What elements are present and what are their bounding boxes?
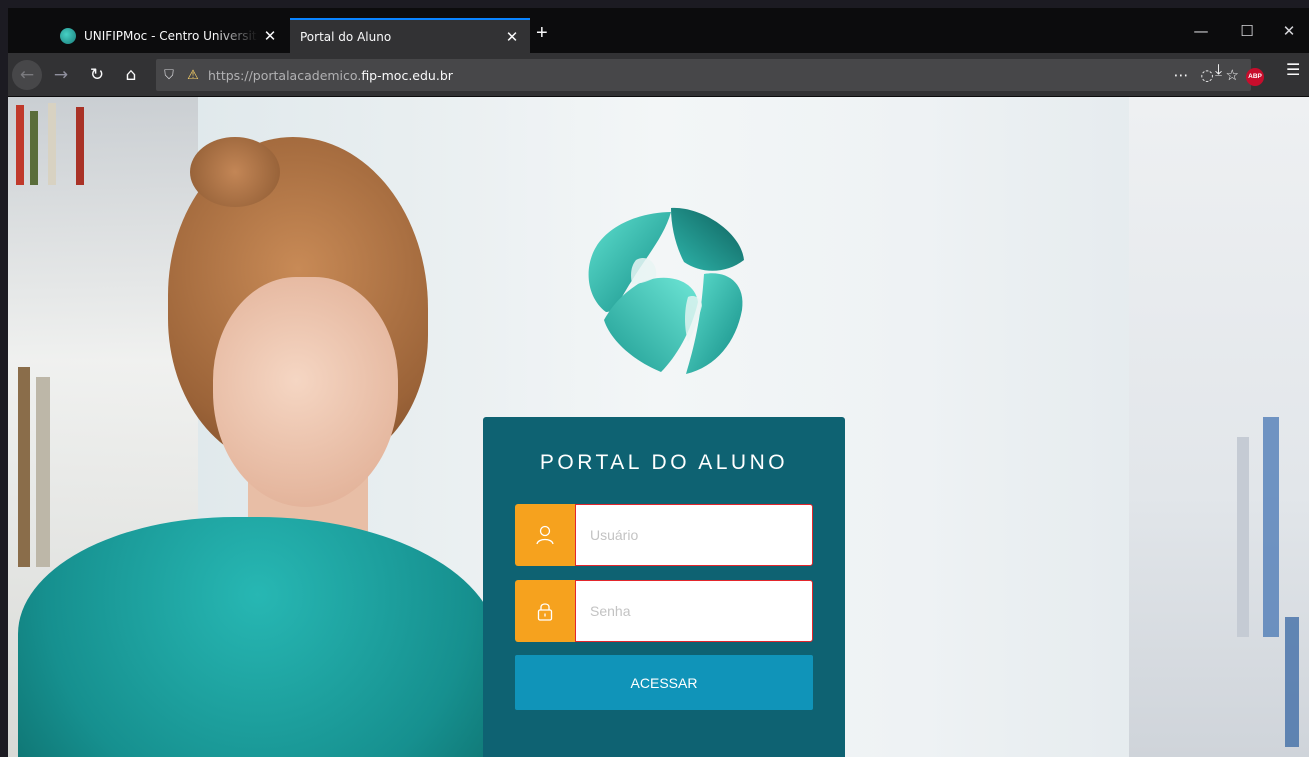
book	[16, 105, 24, 185]
adblock-icon[interactable]: ABP	[1246, 68, 1264, 86]
url-text[interactable]: https://portalacademico.fip-moc.edu.br	[208, 68, 453, 83]
book	[1285, 617, 1299, 747]
close-window-button[interactable]: ✕	[1266, 18, 1309, 48]
password-field	[515, 580, 813, 642]
home-icon[interactable]: ⌂	[116, 60, 146, 90]
menu-icon[interactable]: ☰	[1286, 60, 1300, 79]
tab-title: UNIFIPMoc - Centro Universitá	[84, 28, 258, 43]
address-bar[interactable]: ⛉ ⚠ https://portalacademico.fip-moc.edu.…	[156, 59, 1251, 91]
close-tab-icon[interactable]: ✕	[500, 28, 524, 46]
book	[36, 377, 50, 567]
minimize-button[interactable]: —	[1178, 18, 1224, 48]
login-title: PORTAL DO ALUNO	[539, 451, 789, 474]
pocket-icon[interactable]: ◌	[1200, 66, 1213, 84]
login-button[interactable]: ACESSAR	[515, 655, 813, 710]
maximize-button[interactable]: ☐	[1224, 18, 1270, 48]
user-icon	[515, 504, 575, 566]
login-card: PORTAL DO ALUNO Usuário ACESSAR	[483, 417, 845, 757]
forward-icon[interactable]: →	[46, 60, 76, 90]
lock-icon	[515, 580, 575, 642]
tab-portal-do-aluno[interactable]: Portal do Aluno ✕	[290, 18, 530, 53]
username-input[interactable]	[575, 504, 813, 566]
tab-unifipmoc[interactable]: UNIFIPMoc - Centro Universitá ✕	[50, 18, 288, 53]
username-field	[515, 504, 813, 566]
address-bar-actions: ⋯ ◌ ☆	[1173, 66, 1251, 84]
book	[48, 103, 56, 185]
shield-icon[interactable]: ⛉	[156, 68, 182, 83]
back-icon[interactable]: ←	[12, 60, 42, 90]
page-viewport: PORTAL DO ALUNO Usuário ACESSAR	[8, 97, 1309, 757]
url-host: fip-moc.edu.br	[361, 67, 453, 83]
student-photo-bun	[190, 137, 280, 207]
close-tab-icon[interactable]: ✕	[258, 27, 282, 45]
password-input[interactable]	[575, 580, 813, 642]
favicon-icon	[60, 27, 76, 44]
book	[18, 367, 30, 567]
navigation-bar: ← → ↻ ⌂ ⛉ ⚠ https://portalacademico.fip-…	[8, 53, 1309, 97]
bookmark-star-icon[interactable]: ☆	[1226, 66, 1239, 84]
browser-window: UNIFIPMoc - Centro Universitá ✕ Portal d…	[8, 8, 1309, 757]
student-photo-sweater	[18, 517, 498, 757]
book	[1237, 437, 1249, 637]
student-photo-face	[213, 277, 398, 507]
reload-icon[interactable]: ↻	[82, 60, 112, 90]
book	[76, 107, 84, 185]
more-icon[interactable]: ⋯	[1173, 66, 1188, 84]
downloads-icon[interactable]: ⤓	[1215, 60, 1222, 80]
book	[1263, 417, 1279, 637]
lock-warning-icon[interactable]: ⚠	[182, 68, 204, 83]
unifipmoc-logo	[588, 207, 744, 374]
bookshelf-right	[1129, 97, 1309, 757]
new-tab-button[interactable]: +	[536, 22, 548, 44]
tab-title: Portal do Aluno	[300, 29, 392, 44]
book	[30, 111, 38, 185]
tab-bar: UNIFIPMoc - Centro Universitá ✕ Portal d…	[8, 8, 1309, 53]
url-scheme: https://portalacademico.	[208, 67, 362, 83]
